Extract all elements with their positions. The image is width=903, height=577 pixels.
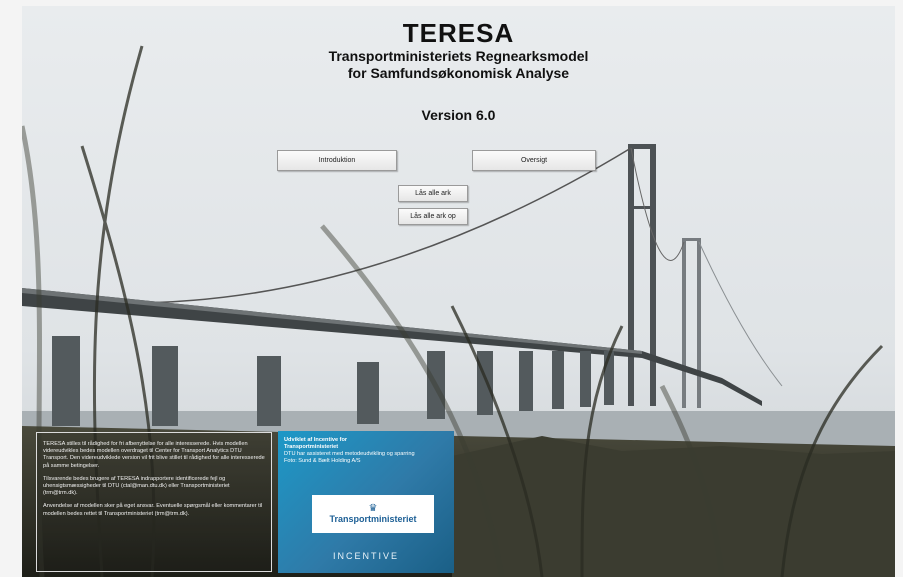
ministry-logo-text: Transportministeriet (329, 513, 417, 524)
terms-paragraph-2: Tilsvarende bedes brugere af TERESA indr… (43, 475, 230, 497)
unlock-all-sheets-button[interactable]: Lås alle ark op (398, 208, 468, 225)
incentive-logo: INCENTIVE (332, 551, 399, 561)
photo-credit: Foto: Sund & Bælt Holding A/S (284, 458, 361, 464)
ministry-logo: ♛ Transportministeriet (312, 495, 434, 533)
partner-heading-line-2: Transportministeriet (284, 444, 339, 450)
lock-all-sheets-button[interactable]: Lås alle ark (398, 185, 468, 202)
background-frame: TERESA Transportministeriets Regnearksmo… (22, 6, 895, 577)
introduktion-button[interactable]: Introduktion (277, 150, 397, 171)
oversigt-button[interactable]: Oversigt (472, 150, 596, 171)
partner-heading-line-1: Udviklet af Incentive for (284, 437, 348, 443)
terms-info-box: TERESA stilles til rådighed for fri afbe… (36, 432, 272, 572)
terms-paragraph-3: Anvendelse af modellen sker på eget ansv… (43, 503, 263, 517)
partner-box: Udviklet af Incentive for Transportminis… (278, 431, 454, 573)
terms-paragraph-1: TERESA stilles til rådighed for fri afbe… (43, 441, 265, 469)
partner-dtu-line: DTU har assisteret med metodeudvikling o… (284, 451, 415, 457)
crown-icon: ♛ (368, 502, 378, 514)
